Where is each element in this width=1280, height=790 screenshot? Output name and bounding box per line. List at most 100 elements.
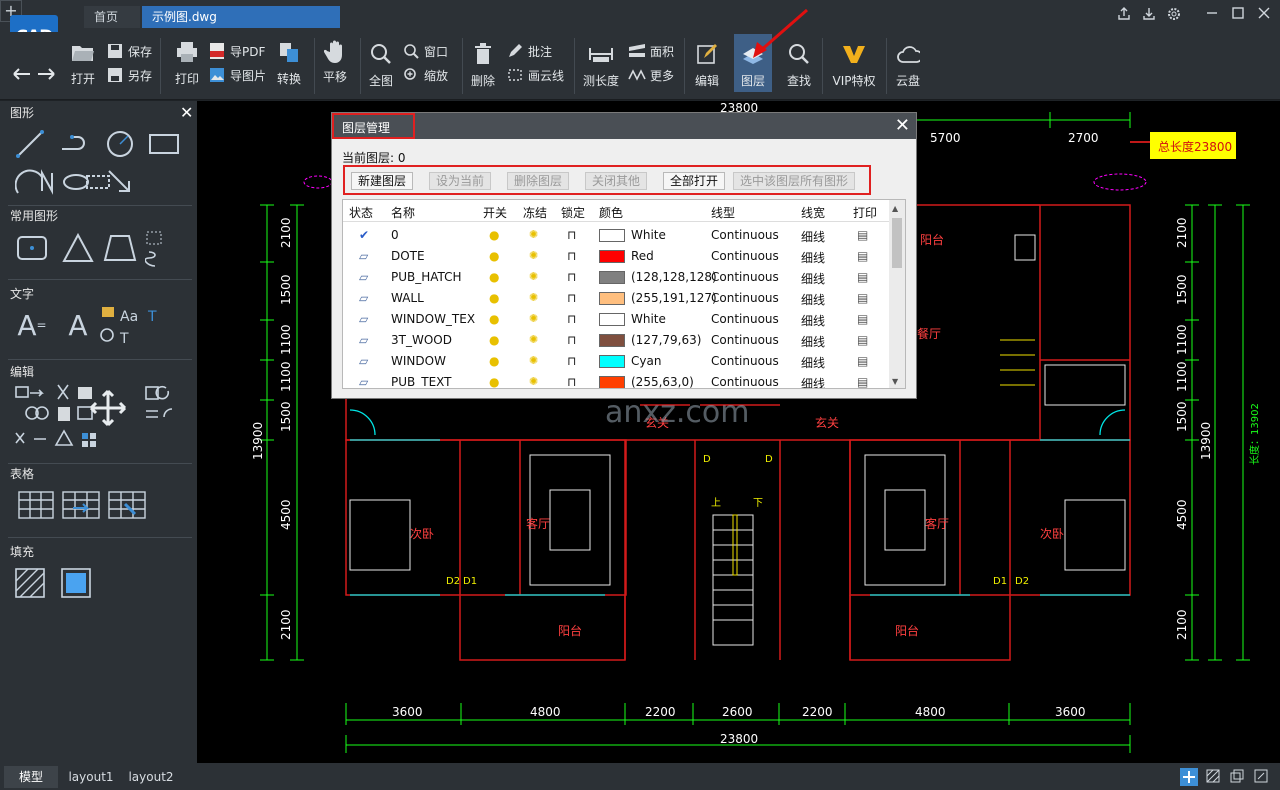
- printer-icon[interactable]: ▤: [857, 312, 868, 326]
- lineweight[interactable]: 细线: [801, 249, 825, 266]
- layer-status-icon[interactable]: ▱: [359, 249, 368, 263]
- maximize-icon[interactable]: [1226, 6, 1250, 26]
- tab-file[interactable]: 示例图.dwg: [142, 6, 340, 28]
- export-pdf-button[interactable]: 导PDF: [208, 42, 265, 60]
- copy-view-icon[interactable]: [1230, 769, 1244, 786]
- tab-layout2[interactable]: layout2: [124, 766, 178, 788]
- layer-status-icon[interactable]: ▱: [359, 291, 368, 305]
- hatch-icon[interactable]: [12, 565, 48, 601]
- printer-icon[interactable]: ▤: [857, 333, 868, 347]
- text-tools-icon[interactable]: Aa T T: [98, 305, 164, 347]
- linetype[interactable]: Continuous: [711, 354, 779, 368]
- lightbulb-icon[interactable]: ●: [489, 291, 499, 305]
- lock-open-icon[interactable]: ⊓: [567, 249, 576, 263]
- printer-icon[interactable]: ▤: [857, 270, 868, 284]
- lightbulb-icon[interactable]: ●: [489, 249, 499, 263]
- line-tool-icon[interactable]: [12, 129, 48, 159]
- lock-open-icon[interactable]: ⊓: [567, 312, 576, 326]
- area-button[interactable]: 面积: [628, 42, 674, 60]
- close-icon[interactable]: [1252, 6, 1276, 26]
- gradient-fill-icon[interactable]: [58, 565, 94, 601]
- color-swatch[interactable]: [599, 376, 625, 388]
- layer-row[interactable]: ▱ DOTE ● ✺ ⊓ Red Continuous 细线 ▤: [343, 246, 889, 267]
- vip-button[interactable]: VIP特权: [830, 42, 878, 89]
- annotate-button[interactable]: 批注: [506, 42, 552, 60]
- multi-text-icon[interactable]: A: [58, 307, 98, 343]
- undo-redo[interactable]: [12, 66, 56, 82]
- share-icon[interactable]: [1112, 6, 1136, 26]
- lock-open-icon[interactable]: ⊓: [567, 354, 576, 368]
- printer-icon[interactable]: ▤: [857, 375, 868, 388]
- lightbulb-icon[interactable]: ●: [489, 228, 499, 242]
- sun-icon[interactable]: ✺: [529, 291, 538, 304]
- special-shape-icon[interactable]: [142, 229, 168, 269]
- hatch-toggle-icon[interactable]: [1206, 769, 1220, 786]
- dialog-close-icon[interactable]: ✕: [895, 115, 910, 136]
- cloud-line-button[interactable]: 画云线: [506, 66, 564, 84]
- linetype[interactable]: Continuous: [711, 228, 779, 242]
- layer-status-icon[interactable]: ▱: [359, 375, 368, 388]
- sun-icon[interactable]: ✺: [529, 270, 538, 283]
- color-swatch[interactable]: [599, 313, 625, 326]
- save-button[interactable]: 保存: [106, 42, 152, 60]
- layer-status-icon[interactable]: ▱: [359, 354, 368, 368]
- tab-model[interactable]: 模型: [4, 766, 58, 788]
- lineweight[interactable]: 细线: [801, 375, 825, 388]
- edit-tools-icon[interactable]: [12, 383, 190, 453]
- lightbulb-icon[interactable]: ●: [489, 375, 499, 388]
- linetype[interactable]: Continuous: [711, 333, 779, 347]
- pan-button[interactable]: 平移: [320, 40, 350, 85]
- layer-row[interactable]: ▱ WINDOW_TEX ● ✺ ⊓ White Continuous 细线 ▤: [343, 309, 889, 330]
- single-text-icon[interactable]: A =: [12, 307, 52, 343]
- printer-icon[interactable]: ▤: [857, 249, 868, 263]
- layer-row[interactable]: ✔ 0 ● ✺ ⊓ White Continuous 细线 ▤: [343, 225, 889, 246]
- scrollbar-thumb[interactable]: [892, 218, 902, 268]
- lock-open-icon[interactable]: ⊓: [567, 333, 576, 347]
- sun-icon[interactable]: ✺: [529, 312, 538, 325]
- lock-open-icon[interactable]: ⊓: [567, 291, 576, 305]
- open-button[interactable]: 打开: [68, 40, 98, 87]
- lightbulb-icon[interactable]: ●: [489, 312, 499, 326]
- sun-icon[interactable]: ✺: [529, 354, 538, 367]
- table-tools-icon[interactable]: [12, 489, 152, 523]
- layer-row[interactable]: ▱ WALL ● ✺ ⊓ (255,191,127) Continuous 细线 ▤: [343, 288, 889, 309]
- select-layer-objects-button[interactable]: 选中该图层所有图形: [733, 172, 856, 190]
- delete-layer-button[interactable]: 删除图层: [507, 172, 570, 190]
- lightbulb-icon[interactable]: ●: [489, 354, 499, 368]
- sun-icon[interactable]: ✺: [529, 228, 538, 241]
- convert-button[interactable]: 转换: [274, 40, 304, 87]
- color-swatch[interactable]: [599, 250, 625, 263]
- lineweight[interactable]: 细线: [801, 354, 825, 371]
- cloud-button[interactable]: 云盘: [892, 42, 924, 89]
- layer-status-icon[interactable]: ▱: [359, 312, 368, 326]
- open-all-button[interactable]: 全部打开: [663, 172, 726, 190]
- tab-home[interactable]: 首页: [84, 6, 140, 28]
- layer-status-icon[interactable]: ▱: [359, 270, 368, 284]
- color-swatch[interactable]: [599, 271, 625, 284]
- window-zoom-button[interactable]: 窗口: [402, 42, 448, 60]
- print-button[interactable]: 打印: [172, 40, 202, 87]
- panel-close-icon[interactable]: ✕: [180, 103, 193, 122]
- sun-icon[interactable]: ✺: [529, 375, 538, 388]
- lineweight[interactable]: 细线: [801, 312, 825, 329]
- circle-tool-icon[interactable]: [102, 129, 138, 159]
- lineweight[interactable]: 细线: [801, 333, 825, 350]
- table-scrollbar[interactable]: ▲ ▼: [889, 200, 905, 388]
- zoom-button[interactable]: 缩放: [402, 66, 448, 84]
- edit-button[interactable]: 编辑: [692, 42, 722, 89]
- lock-open-icon[interactable]: ⊓: [567, 375, 576, 388]
- arrow-tool-icon[interactable]: [102, 167, 138, 197]
- current-check-icon[interactable]: ✔: [359, 228, 369, 242]
- lightbulb-icon[interactable]: ●: [489, 333, 499, 347]
- saveas-button[interactable]: 另存: [106, 66, 152, 84]
- layer-row[interactable]: ▱ 3T_WOOD ● ✺ ⊓ (127,79,63) Continuous 细线 ▤: [343, 330, 889, 351]
- gear-icon[interactable]: [1162, 6, 1186, 26]
- linetype[interactable]: Continuous: [711, 375, 779, 388]
- set-current-button[interactable]: 设为当前: [429, 172, 492, 190]
- lineweight[interactable]: 细线: [801, 291, 825, 308]
- measure-length-button[interactable]: 测长度: [582, 42, 620, 89]
- lineweight[interactable]: 细线: [801, 270, 825, 287]
- layer-row[interactable]: ▱ PUB_HATCH ● ✺ ⊓ (128,128,128) Continuous 细线 ▤: [343, 267, 889, 288]
- printer-icon[interactable]: ▤: [857, 228, 868, 242]
- color-swatch[interactable]: [599, 292, 625, 305]
